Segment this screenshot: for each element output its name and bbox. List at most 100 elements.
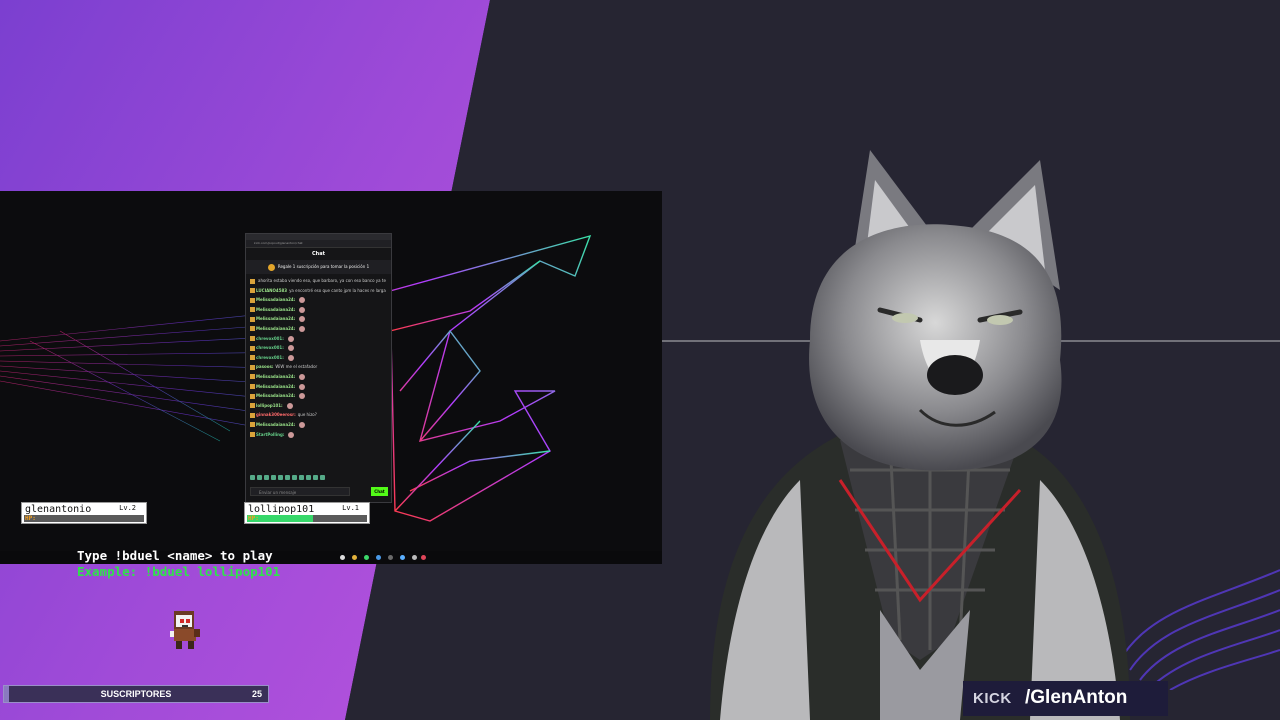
- emote-icon: [287, 345, 294, 352]
- emote-icon: [287, 335, 294, 342]
- duel-box-player2: lollipop101 Lv.1 HP:: [244, 502, 370, 524]
- player2-name: lollipop101: [248, 504, 315, 515]
- chat-window: kick.com/popout/glenanton/chat Chat Rega…: [245, 233, 392, 503]
- badge-icon: [250, 374, 255, 380]
- chat-username[interactable]: pasoos:: [256, 364, 273, 369]
- coin-icon: [267, 263, 275, 271]
- taskbar-app-icon[interactable]: [340, 555, 345, 560]
- chat-message: Melissadaiana24:: [250, 382, 387, 392]
- emote-icon: [299, 383, 306, 390]
- duel-instruction: Type !bduel <name> to play: [77, 548, 273, 563]
- player1-hp-label: HP:: [25, 515, 36, 522]
- player1-hp-bar: HP:: [24, 515, 144, 522]
- chat-username[interactable]: Melissadaiana24:: [256, 374, 295, 379]
- wolf-avatar: [710, 150, 1130, 720]
- chat-text: ya encontré eso que canto jpm la haces r…: [289, 287, 386, 293]
- subscriber-goal-count: 25: [251, 689, 262, 699]
- emote-icon: [287, 354, 294, 361]
- chat-username[interactable]: Melissadaiana24:: [256, 326, 295, 331]
- chat-username[interactable]: Melissadaiana24:: [256, 307, 295, 312]
- kick-logo: KICK: [973, 690, 1012, 707]
- player2-hp-bar: HP:: [247, 515, 367, 522]
- badge-icon: [250, 288, 255, 294]
- badge-icon: [250, 393, 255, 399]
- emote-icon: [299, 393, 306, 400]
- badge-icon: [250, 384, 255, 390]
- taskbar-app-icon[interactable]: [400, 555, 405, 560]
- pixel-character-sprite: [170, 611, 200, 649]
- player1-level: Lv.2: [119, 504, 136, 512]
- badge-icon: [250, 316, 255, 322]
- player1-name: glenantonio: [25, 504, 92, 515]
- duel-example: Example: !bduel lollipop101: [77, 564, 281, 579]
- pinned-message[interactable]: Regale 1 suscripción para tomar la posic…: [246, 260, 391, 274]
- chat-username[interactable]: Melissadaiana24:: [256, 422, 295, 427]
- pinned-text: Regale 1 suscripción para tomar la posic…: [277, 264, 370, 269]
- badge-icon: [250, 355, 255, 361]
- chat-message: ginnak300eerosr: que hizo?: [250, 410, 387, 420]
- badge-icon: [250, 297, 255, 303]
- chat-input[interactable]: Enviar un mensaje: [250, 487, 350, 496]
- badge-icon: [250, 432, 255, 437]
- kick-handle: /GlenAnton: [1025, 687, 1128, 708]
- player2-level: Lv.1: [342, 504, 359, 512]
- chat-message: Melissadaiana24:: [250, 314, 387, 324]
- emote-icon: [299, 421, 306, 428]
- chat-message: Melissadaiana24:: [250, 391, 387, 401]
- chat-message: Melissadaiana24:: [250, 324, 387, 334]
- chat-username[interactable]: chrevox001:: [256, 336, 284, 341]
- taskbar-app-icon[interactable]: [421, 555, 426, 560]
- chat-username[interactable]: ginnak300eerosr:: [256, 412, 296, 417]
- chat-send-button[interactable]: Chat: [371, 487, 388, 496]
- chat-message: chrevox001:: [250, 353, 387, 363]
- chat-username[interactable]: StartPolling:: [256, 432, 284, 437]
- badge-icon: [250, 345, 255, 351]
- chat-message: chrevox001:: [250, 334, 387, 344]
- badge-icon: [250, 412, 255, 418]
- taskbar-app-icon[interactable]: [352, 555, 357, 560]
- badge-icon: [250, 326, 255, 332]
- chat-username[interactable]: LUCIANO4583: [256, 288, 287, 293]
- emote-icon: [286, 402, 293, 409]
- emote-icon: [299, 297, 306, 304]
- badge-icon: [250, 364, 255, 370]
- chat-username[interactable]: Melissadaiana24:: [256, 384, 295, 389]
- chat-message: Melissadaiana24:: [250, 295, 387, 305]
- chat-message: LUCIANO4583 ya encontré eso que canto jpm…: [250, 286, 387, 296]
- taskbar-app-icon[interactable]: [388, 555, 393, 560]
- duel-box-player1: glenantonio Lv.2 HP:: [21, 502, 147, 524]
- badge-icon: [250, 278, 255, 284]
- emote-icon: [299, 316, 306, 323]
- badge-icon: [250, 336, 255, 342]
- emote-icon: [299, 373, 306, 380]
- badge-icon: [250, 422, 255, 428]
- chat-message: ahorita estaba viendo eso, que barbaro, …: [250, 276, 387, 286]
- emote-icon: [288, 431, 295, 438]
- chat-message: lollipop101:: [250, 401, 387, 411]
- taskbar-app-icon[interactable]: [412, 555, 417, 560]
- subscriber-goal-label: SUSCRIPTORES: [100, 689, 172, 699]
- chat-message: pasoos: WiW me el estafador: [250, 362, 387, 372]
- chat-username[interactable]: chrevox001:: [256, 345, 284, 350]
- chat-username[interactable]: lollipop101:: [256, 403, 283, 408]
- chat-username[interactable]: Melissadaiana24:: [256, 297, 295, 302]
- chat-text: que hizo?: [297, 412, 317, 418]
- chat-username[interactable]: Melissadaiana24:: [256, 316, 295, 321]
- chat-messages: ahorita estaba viendo eso, que barbaro, …: [246, 274, 391, 441]
- player2-hp-label: HP:: [248, 515, 259, 522]
- badge-icon: [250, 403, 255, 409]
- chat-username[interactable]: Melissadaiana24:: [256, 393, 295, 398]
- badge-icon: [250, 307, 255, 313]
- chat-message: Melissadaiana24:: [250, 420, 387, 430]
- chat-message: StartPolling:: [250, 430, 387, 440]
- emote-bar[interactable]: [250, 475, 387, 481]
- taskbar-app-icon[interactable]: [364, 555, 369, 560]
- chat-message: Melissadaiana24:: [250, 372, 387, 382]
- chat-username[interactable]: chrevox001:: [256, 355, 284, 360]
- chat-text: WiW me el estafador: [275, 364, 318, 370]
- taskbar-app-icon[interactable]: [376, 555, 381, 560]
- emote-icon: [299, 306, 306, 313]
- chat-url-bar[interactable]: kick.com/popout/glenanton/chat: [246, 240, 391, 248]
- chat-message: chrevox001:: [250, 343, 387, 353]
- chat-text: ahorita estaba viendo eso, que barbaro, …: [258, 278, 387, 283]
